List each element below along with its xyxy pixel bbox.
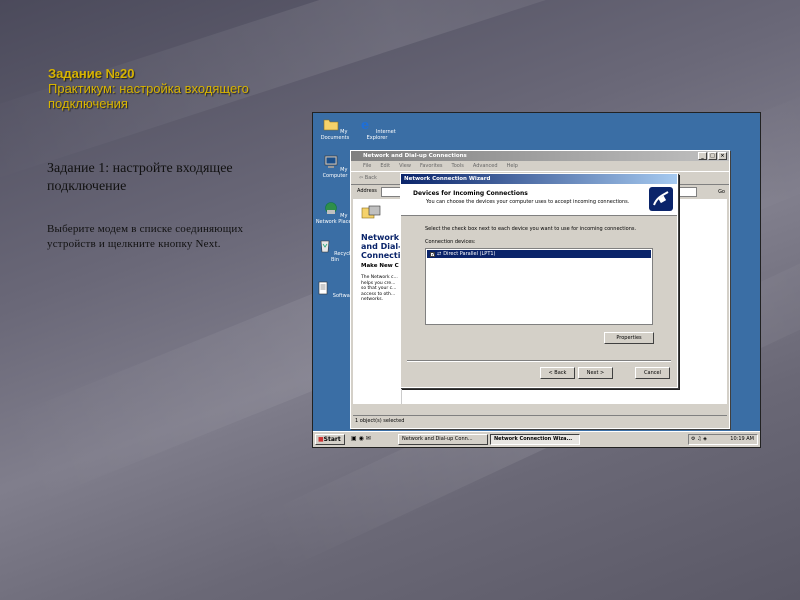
ie-icon: e [361,118,369,133]
menu-edit[interactable]: Edit [380,161,390,171]
device-checkbox[interactable]: ✓ [430,251,435,257]
recycle-bin-icon [320,240,329,253]
start-label: Start [323,436,341,443]
device-row[interactable]: ✓ ⇄ Direct Parallel (LPT1) [427,250,651,258]
network-connections-icon [361,205,381,219]
svg-text:e: e [361,118,369,131]
close-button[interactable]: × [718,152,727,160]
maximize-button[interactable]: □ [708,152,717,160]
wizard-subheading: You can choose the devices your computer… [426,199,630,205]
back-label[interactable]: Back [365,175,377,181]
cancel-button[interactable]: Cancel [635,367,670,379]
desktop-icon-my-documents[interactable]: My Documents [313,117,357,141]
wizard-separator [407,360,671,362]
slide-title: Задание №20 Практикум: настройка входяще… [48,66,288,111]
quicklaunch-icons[interactable]: ▣ ◉ ✉ [351,435,371,442]
menu-view[interactable]: View [399,161,411,171]
desktop-icon-internet-explorer[interactable]: e Internet Explorer [355,117,399,141]
next-button[interactable]: Next > [578,367,613,379]
device-name: Direct Parallel (LPT1) [443,251,496,257]
address-label: Address [357,188,377,194]
menu-advanced[interactable]: Advanced [473,161,498,171]
tray-icons[interactable]: ⚙ ♫ ◈ [689,435,707,444]
wizard-header: Devices for Incoming Connections You can… [401,184,677,216]
connection-devices-list[interactable]: ✓ ⇄ Direct Parallel (LPT1) [425,248,653,325]
system-tray: ⚙ ♫ ◈ 10:19 AM [688,434,758,445]
pane-text: The Network c... helps you cre... so tha… [361,275,398,302]
slide: Задание №20 Практикум: настройка входяще… [0,0,800,600]
menu-file[interactable]: File [363,161,371,171]
parallel-port-icon: ⇄ [437,251,442,257]
menu-favorites[interactable]: Favorites [420,161,443,171]
status-bar: 1 object(s) selected [353,415,727,426]
taskbar-item-explorer[interactable]: Network and Dial-up Conn... [398,434,488,445]
wizard-instruction: Select the check box next to each device… [425,226,637,232]
pane-subheading: Make New C [361,263,399,269]
wizard-dialog: Network Connection Wizard Devices for In… [400,173,678,388]
clock: 10:19 AM [730,436,754,442]
taskbar-item-wizard[interactable]: Network Connection Wiza... [490,434,580,445]
slide-title-topic: Практикум: настройка входящего подключен… [48,81,249,111]
explorer-menu-bar: File Edit View Favorites Tools Advanced … [351,161,729,171]
wizard-network-icon [649,187,673,211]
explorer-webview-pane: Network and Dial-up Connections Make New… [353,199,416,404]
explorer-title: Network and Dial-up Connections [363,153,467,159]
taskbar: ■Start ▣ ◉ ✉ Network and Dial-up Conn...… [313,431,760,447]
task-heading: Задание 1: настройте входящее подключени… [47,161,233,194]
connection-devices-label: Connection devices: [425,239,476,245]
menu-help[interactable]: Help [507,161,518,171]
explorer-title-bar[interactable]: Network and Dial-up Connections _ □ × [351,151,729,161]
task-text: Выберите модем в списке соединяющих устр… [47,223,244,250]
start-button[interactable]: ■Start [315,434,345,445]
slide-title-number: Задание №20 [48,66,135,81]
wizard-title-bar[interactable]: Network Connection Wizard [401,174,677,184]
back-button[interactable]: < Back [540,367,575,379]
go-button[interactable]: Go [718,186,725,198]
network-icon [324,202,337,214]
computer-icon [324,155,337,168]
minimize-button[interactable]: _ [698,152,707,160]
folder-icon [323,119,338,131]
back-arrow-icon[interactable]: ⇦ [359,175,363,181]
wizard-heading: Devices for Incoming Connections [413,190,528,197]
menu-tools[interactable]: Tools [452,161,464,171]
properties-button[interactable]: Properties [604,332,654,344]
desktop-screenshot: My Documents e Internet Explorer My Comp… [312,112,761,448]
document-icon [318,281,328,295]
